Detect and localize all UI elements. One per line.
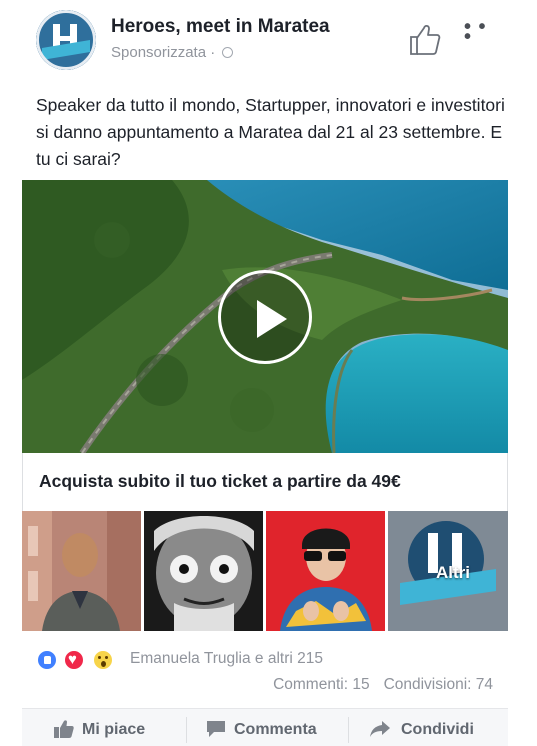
comment-label: Commenta — [234, 721, 317, 738]
globe-icon — [222, 47, 234, 58]
thumbs-up-icon — [54, 720, 74, 738]
post-text: Speaker da tutto il mondo, Startupper, i… — [36, 95, 505, 169]
meta-separator: · — [206, 44, 220, 61]
like-button[interactable]: Mi piace — [44, 709, 179, 746]
share-arrow-icon — [370, 721, 390, 737]
photo-thumbnail[interactable] — [22, 511, 141, 631]
more-photos-thumbnail[interactable]: Altri — [388, 511, 508, 631]
photo-strip: Altri — [22, 511, 508, 633]
post-header: Heroes, meet in Maratea Sponsorizzata · … — [36, 8, 506, 70]
photo-thumbnail[interactable] — [266, 511, 385, 631]
more-photos-label: Altri — [436, 563, 470, 582]
reactions-text[interactable]: Emanuela Truglia e altri 215 — [130, 650, 323, 668]
avatar-ring — [36, 10, 96, 70]
love-reaction-icon[interactable] — [63, 649, 85, 671]
action-divider — [348, 717, 349, 743]
sponsored-label[interactable]: Sponsorizzata — [111, 44, 206, 61]
wow-reaction-icon[interactable] — [92, 649, 114, 671]
photo-thumbnail[interactable] — [144, 511, 263, 631]
like-page-button[interactable] — [406, 20, 444, 58]
link-headline[interactable]: Acquista subito il tuo ticket a partire … — [22, 453, 508, 511]
play-button[interactable] — [218, 270, 312, 364]
share-label: Condividi — [401, 721, 474, 738]
video-player[interactable] — [22, 180, 508, 453]
page-avatar[interactable] — [36, 10, 96, 70]
like-label: Mi piace — [82, 721, 146, 738]
shares-count[interactable]: Condivisioni: 74 — [384, 676, 493, 693]
action-bar: Mi piace Commenta Condividi — [22, 708, 508, 746]
person-photo — [144, 511, 263, 631]
comments-count[interactable]: Commenti: 15 — [273, 676, 369, 693]
like-reaction-icon[interactable] — [36, 649, 58, 671]
engagement-counts: Commenti: 15 Condivisioni: 74 — [36, 676, 493, 698]
share-button[interactable]: Condividi — [367, 709, 507, 746]
page-name-link[interactable]: Heroes, meet in Maratea — [111, 16, 330, 38]
reactions-summary: Emanuela Truglia e altri 215 — [36, 649, 506, 671]
person-photo — [22, 511, 141, 631]
thumbs-up-outline-icon — [410, 24, 441, 55]
comment-icon — [207, 721, 225, 737]
headline-text: Acquista subito il tuo ticket a partire … — [39, 471, 401, 491]
person-photo — [266, 511, 385, 631]
action-divider — [186, 717, 187, 743]
post-meta: Sponsorizzata · — [111, 44, 234, 61]
comment-button[interactable]: Commenta — [202, 709, 342, 746]
sponsored-post: Heroes, meet in Maratea Sponsorizzata · … — [0, 0, 537, 746]
more-dots-icon[interactable]: • • • — [464, 17, 496, 47]
play-icon — [257, 300, 287, 338]
